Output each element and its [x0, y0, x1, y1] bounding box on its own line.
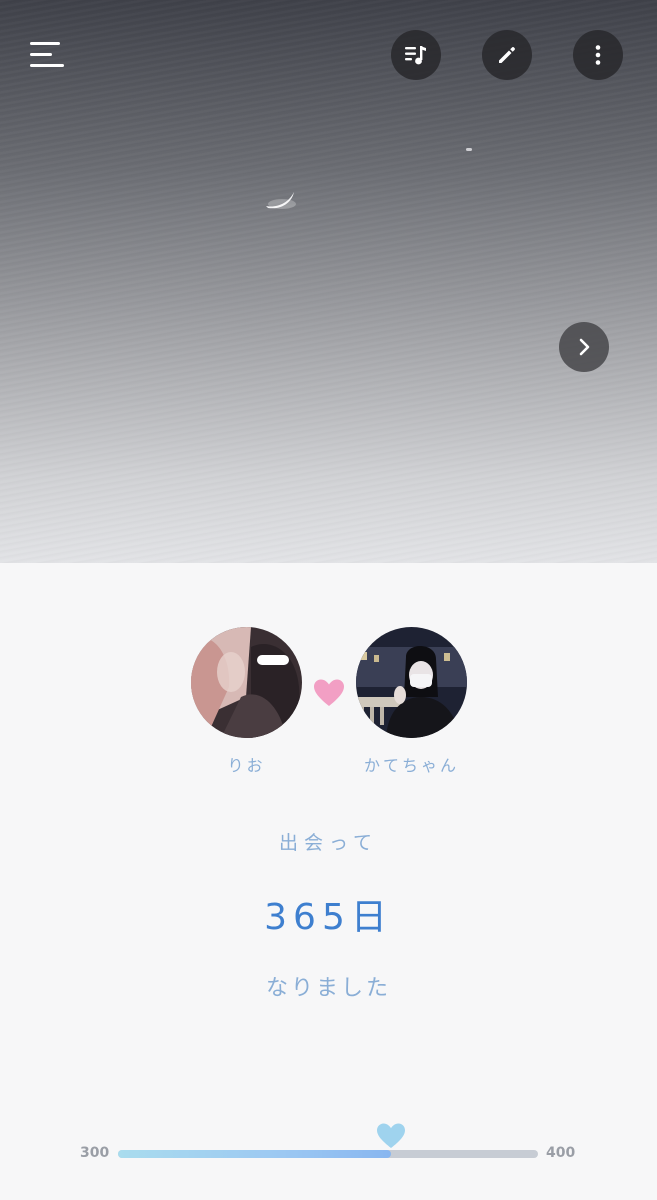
next-photo-button[interactable] [559, 322, 609, 372]
background-photo [0, 0, 657, 563]
slider-progress-fill [118, 1150, 391, 1158]
music-playlist-icon [405, 46, 426, 65]
slider-max-label: 400 [546, 1145, 576, 1161]
edit-button[interactable] [482, 30, 532, 80]
chevron-right-icon [579, 338, 590, 356]
menu-icon-line [30, 64, 64, 67]
counter-prefix: 出会って [278, 832, 379, 854]
more-options-button[interactable] [573, 30, 623, 80]
menu-button[interactable] [28, 40, 66, 72]
music-playlist-button[interactable] [391, 30, 441, 80]
slider-min-label: 300 [80, 1145, 110, 1161]
partner-left-name: りお [227, 756, 266, 775]
menu-icon-line [30, 42, 60, 45]
avatar-right[interactable] [356, 627, 467, 738]
pencil-icon [499, 47, 515, 63]
distant-light [466, 148, 472, 151]
photo-texture [0, 0, 657, 563]
heart-icon [314, 679, 344, 706]
counter-suffix: なりました [265, 976, 391, 1001]
partner-right-name: かてちゃん [363, 756, 459, 775]
menu-icon-line [30, 53, 52, 56]
heart-icon[interactable] [376, 1122, 406, 1150]
milestone-slider[interactable] [118, 1150, 538, 1158]
days-count: 365日 [264, 897, 393, 938]
more-vertical-icon [595, 45, 601, 65]
crescent-moon [266, 192, 296, 209]
avatar-left-photo [191, 627, 302, 738]
avatar-left[interactable] [191, 627, 302, 738]
avatar-right-photo [356, 627, 467, 738]
